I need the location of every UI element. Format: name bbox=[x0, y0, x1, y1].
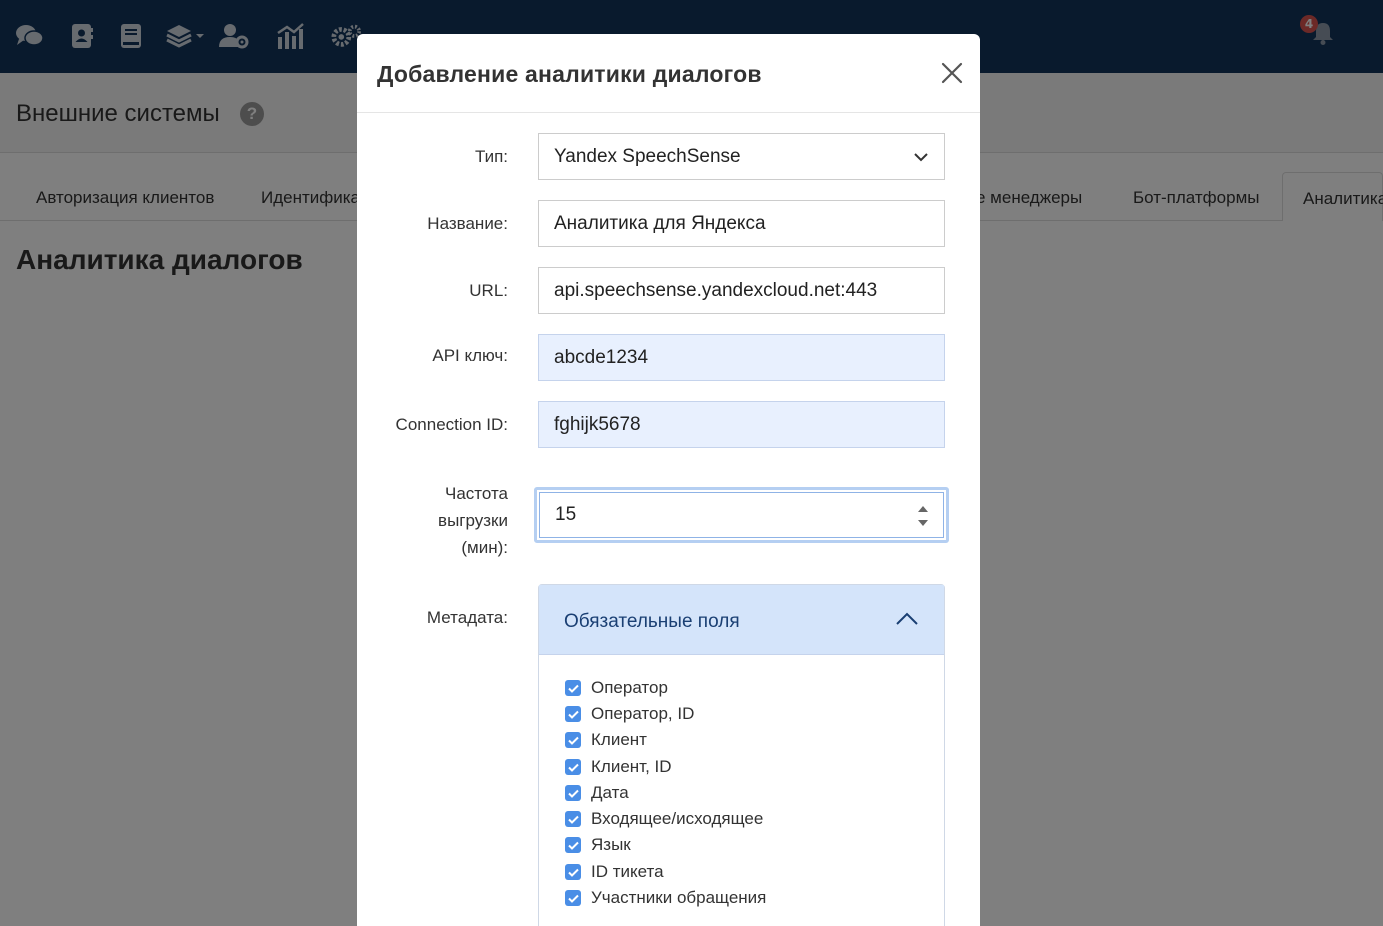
modal-header: Добавление аналитики диалогов bbox=[357, 34, 980, 113]
connection-id-label: Connection ID: bbox=[395, 415, 508, 434]
frequency-input-value: 15 bbox=[555, 504, 577, 525]
checkbox-label: Оператор, ID bbox=[591, 704, 695, 723]
name-label: Название: bbox=[427, 214, 508, 233]
checkbox[interactable] bbox=[565, 680, 581, 696]
checkbox-row-ticket-id[interactable]: ID тикета bbox=[565, 861, 664, 883]
connection-id-input[interactable]: fghijk5678 bbox=[538, 401, 945, 448]
type-select[interactable]: Yandex SpeechSense bbox=[538, 133, 945, 180]
checkbox-label: Дата bbox=[591, 783, 629, 802]
frequency-label-line3: (мин): bbox=[461, 538, 508, 557]
checkbox[interactable] bbox=[565, 732, 581, 748]
metadata-accordion: Обязательные поля Оператор Оператор, ID … bbox=[538, 584, 945, 926]
checkbox[interactable] bbox=[565, 759, 581, 775]
checkbox[interactable] bbox=[565, 706, 581, 722]
checkbox-label: Входящее/исходящее bbox=[591, 809, 764, 828]
checkbox[interactable] bbox=[565, 811, 581, 827]
checkbox-row-participants[interactable]: Участники обращения bbox=[565, 887, 766, 909]
connection-id-input-value: fghijk5678 bbox=[554, 413, 641, 435]
checkbox-label: Клиент, ID bbox=[591, 757, 672, 776]
frequency-label-line2: выгрузки bbox=[438, 511, 508, 530]
checkbox-row-operator[interactable]: Оператор bbox=[565, 677, 668, 699]
checkbox-label: Язык bbox=[591, 835, 631, 854]
name-input[interactable]: Аналитика для Яндекса bbox=[538, 200, 945, 247]
api-key-label: API ключ: bbox=[432, 346, 508, 365]
checkbox-label: Клиент bbox=[591, 730, 647, 749]
accordion-header[interactable]: Обязательные поля bbox=[539, 585, 944, 655]
checkbox-label: Участники обращения bbox=[591, 888, 767, 907]
checkbox[interactable] bbox=[565, 890, 581, 906]
type-select-value: Yandex SpeechSense bbox=[554, 145, 741, 167]
api-key-input[interactable]: abcde1234 bbox=[538, 334, 945, 381]
checkbox-label: Оператор bbox=[591, 678, 668, 697]
type-label: Тип: bbox=[474, 147, 508, 166]
checkbox[interactable] bbox=[565, 785, 581, 801]
add-analytics-modal: Добавление аналитики диалогов Тип: Yande… bbox=[357, 34, 980, 926]
checkbox-label: ID тикета bbox=[591, 862, 664, 881]
metadata-label: Метадата: bbox=[426, 608, 508, 627]
url-input[interactable]: api.speechsense.yandexcloud.net:443 bbox=[538, 267, 945, 314]
chevron-down-icon bbox=[913, 146, 929, 168]
checkbox-row-direction[interactable]: Входящее/исходящее bbox=[565, 808, 763, 830]
checkbox-row-client-id[interactable]: Клиент, ID bbox=[565, 756, 672, 778]
name-input-value: Аналитика для Яндекса bbox=[554, 212, 766, 234]
frequency-label: Частота выгрузки (мин): bbox=[438, 480, 508, 561]
close-icon[interactable] bbox=[940, 61, 964, 85]
frequency-label-line1: Частота bbox=[444, 484, 508, 503]
checkbox[interactable] bbox=[565, 837, 581, 853]
chevron-up-icon bbox=[895, 609, 919, 629]
accordion-title: Обязательные поля bbox=[564, 611, 740, 632]
modal-title: Добавление аналитики диалогов bbox=[377, 61, 762, 87]
checkbox-row-operator-id[interactable]: Оператор, ID bbox=[565, 703, 694, 725]
url-label: URL: bbox=[469, 281, 508, 300]
spinner-arrows-icon[interactable] bbox=[917, 503, 929, 529]
url-input-value: api.speechsense.yandexcloud.net:443 bbox=[554, 279, 878, 301]
checkbox-row-date[interactable]: Дата bbox=[565, 782, 629, 804]
checkbox-row-client[interactable]: Клиент bbox=[565, 729, 647, 751]
checkbox[interactable] bbox=[565, 864, 581, 880]
api-key-input-value: abcde1234 bbox=[554, 346, 649, 368]
frequency-input[interactable]: 15 bbox=[539, 492, 944, 538]
checkbox-row-language[interactable]: Язык bbox=[565, 834, 631, 856]
